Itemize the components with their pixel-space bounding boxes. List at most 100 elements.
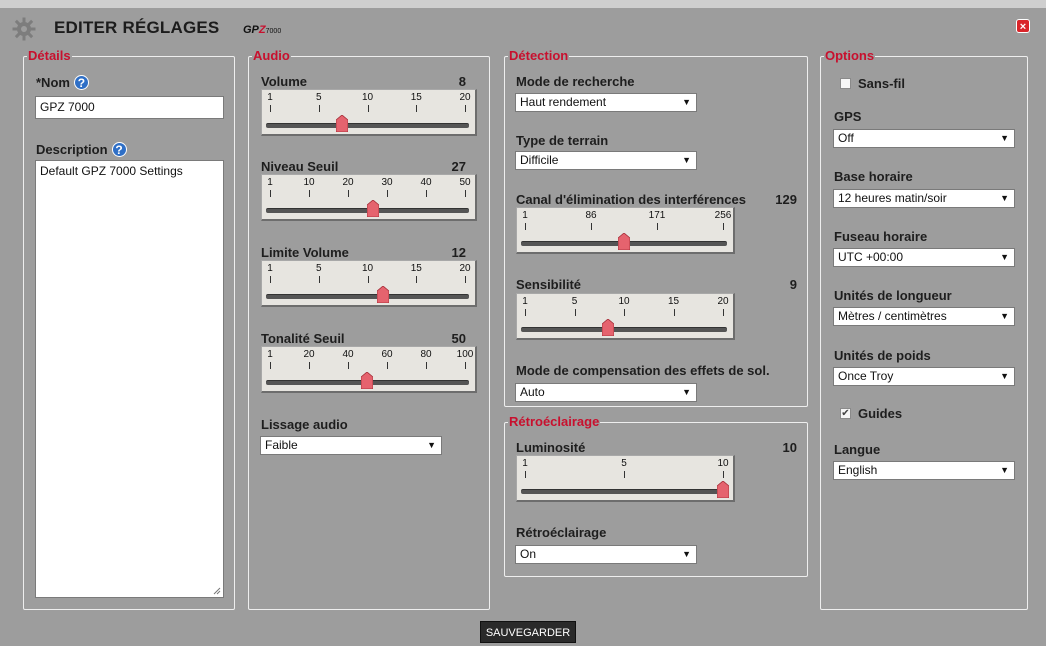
guides-checkbox[interactable]: ✔ [840, 408, 851, 419]
slider-tick-label: 171 [648, 210, 666, 221]
language-label: Langue [834, 442, 881, 457]
backlight-value: On [520, 547, 537, 561]
name-label-text: *Nom [36, 75, 70, 90]
slider-tick-label: 30 [381, 177, 393, 188]
smoothing-select-value: Faible [265, 438, 298, 452]
slider-track[interactable] [266, 294, 469, 299]
sensitivity-label: Sensibilité [516, 277, 582, 292]
ground-balance-select[interactable]: Auto ▼ [515, 383, 697, 402]
help-icon[interactable]: ? [73, 75, 89, 90]
threshold-tone-slider[interactable]: 1 20 40 60 80 100 [261, 346, 477, 393]
slider-tick-mark [319, 276, 320, 283]
language-select[interactable]: English ▼ [833, 461, 1015, 480]
smoothing-select[interactable]: Faible ▼ [260, 436, 442, 455]
slider-tick-mark [723, 471, 724, 478]
slider-track[interactable] [521, 489, 727, 494]
slider-thumb[interactable] [602, 319, 614, 336]
weight-units-select[interactable]: Once Troy ▼ [833, 367, 1015, 386]
slider-tick-label: 15 [410, 92, 422, 103]
slider-tick-mark [348, 190, 349, 197]
slider-tick-mark [387, 190, 388, 197]
search-mode-select[interactable]: Haut rendement ▼ [515, 93, 697, 112]
time-base-select[interactable]: 12 heures matin/soir ▼ [833, 189, 1015, 208]
threshold-tone-label: Tonalité Seuil [261, 331, 345, 346]
slider-tick-mark [525, 223, 526, 230]
options-legend: Options [825, 48, 875, 63]
save-button[interactable]: SAUVEGARDER [480, 621, 576, 643]
slider-tick-mark [465, 105, 466, 112]
dropdown-arrow-icon: ▼ [427, 440, 436, 450]
terrain-type-select[interactable]: Difficile ▼ [515, 151, 697, 170]
slider-tick-mark [591, 223, 592, 230]
slider-tick-label: 20 [342, 177, 354, 188]
search-mode-value: Haut rendement [520, 95, 607, 109]
description-textarea[interactable]: Default GPZ 7000 Settings [35, 160, 224, 598]
backlight-select[interactable]: On ▼ [515, 545, 697, 564]
gps-label: GPS [834, 109, 862, 124]
volume-limit-slider[interactable]: 1 5 10 15 20 [261, 260, 477, 307]
help-icon[interactable]: ? [111, 142, 127, 157]
search-mode-label: Mode de recherche [516, 74, 635, 89]
slider-tick-label: 20 [717, 296, 729, 307]
sensitivity-slider[interactable]: 1 5 10 15 20 [516, 293, 735, 340]
noise-cancel-slider[interactable]: 1 86 171 256 [516, 207, 735, 254]
volume-value: 8 [458, 74, 466, 89]
length-units-select[interactable]: Mètres / centimètres ▼ [833, 307, 1015, 326]
slider-tick-mark [674, 309, 675, 316]
wireless-checkbox[interactable] [840, 78, 851, 89]
close-icon[interactable]: × [1016, 19, 1030, 33]
slider-tick-mark [525, 471, 526, 478]
gear-icon [12, 17, 36, 41]
slider-tick-label: 10 [618, 296, 630, 307]
time-zone-select[interactable]: UTC +00:00 ▼ [833, 248, 1015, 267]
volume-limit-label: Limite Volume [261, 245, 349, 260]
gps-select[interactable]: Off ▼ [833, 129, 1015, 148]
slider-track[interactable] [266, 123, 469, 128]
volume-slider[interactable]: 1 5 10 15 20 [261, 89, 477, 136]
slider-thumb[interactable] [336, 115, 348, 132]
time-zone-value: UTC +00:00 [838, 250, 904, 264]
slider-tick-mark [426, 362, 427, 369]
slider-tick-label: 100 [456, 349, 474, 360]
slider-tick-mark [575, 309, 576, 316]
slider-tick-label: 5 [571, 296, 578, 307]
slider-track[interactable] [521, 327, 727, 332]
slider-tick-mark [465, 190, 466, 197]
slider-tick-label: 10 [303, 177, 315, 188]
slider-tick-mark [426, 190, 427, 197]
slider-tick-label: 15 [667, 296, 680, 307]
dropdown-arrow-icon: ▼ [682, 155, 691, 165]
dropdown-arrow-icon: ▼ [1000, 252, 1009, 262]
dropdown-arrow-icon: ▼ [682, 97, 691, 107]
resize-handle-icon[interactable] [213, 587, 221, 595]
slider-tick-mark [270, 190, 271, 197]
slider-tick-mark [723, 309, 724, 316]
dropdown-arrow-icon: ▼ [1000, 465, 1009, 475]
slider-thumb[interactable] [618, 233, 630, 250]
terrain-type-label: Type de terrain [516, 133, 609, 148]
slider-tick-label: 1 [267, 263, 273, 274]
slider-tick-mark [525, 309, 526, 316]
brightness-slider[interactable]: 1 5 10 [516, 455, 735, 502]
slider-thumb[interactable] [377, 286, 389, 303]
brand-prefix: GP [243, 24, 259, 36]
slider-thumb[interactable] [361, 372, 373, 389]
threshold-level-label: Niveau Seuil [261, 159, 339, 174]
terrain-type-value: Difficile [520, 153, 559, 167]
slider-tick-label: 20 [303, 349, 315, 360]
name-input[interactable]: GPZ 7000 [35, 96, 224, 119]
threshold-level-slider[interactable]: 1 10 20 30 40 50 [261, 174, 477, 221]
dropdown-arrow-icon: ▼ [1000, 371, 1009, 381]
audio-legend: Audio [253, 48, 290, 63]
slider-thumb[interactable] [717, 481, 729, 498]
time-base-value: 12 heures matin/soir [838, 191, 947, 205]
backlight-mode-label: Rétroéclairage [516, 525, 607, 540]
slider-thumb[interactable] [367, 200, 379, 217]
language-value: English [838, 463, 878, 477]
slider-tick-label: 5 [621, 458, 627, 469]
slider-tick-mark [319, 105, 320, 112]
brightness-label: Luminosité [516, 440, 586, 455]
dropdown-arrow-icon: ▼ [682, 549, 691, 559]
noise-cancel-value: 129 [775, 192, 797, 207]
slider-tick-mark [368, 105, 369, 112]
